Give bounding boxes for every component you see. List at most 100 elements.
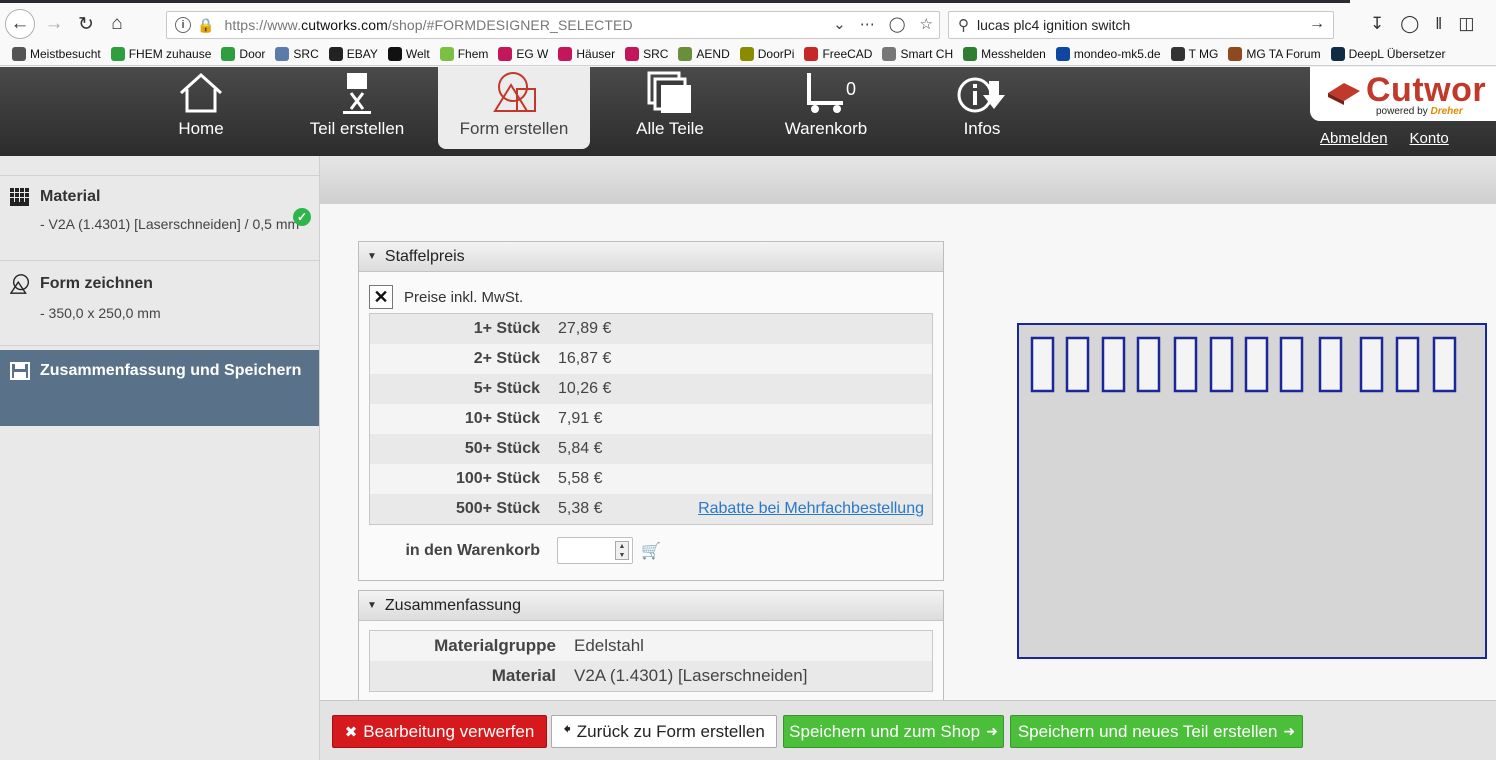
check-icon: ✓ <box>293 208 311 226</box>
search-bar[interactable]: ⚲ lucas plc4 ignition switch → <box>948 11 1334 39</box>
add-to-cart-icon[interactable]: 🛒 <box>641 541 661 561</box>
cart-count-badge: 0 <box>846 79 857 99</box>
sidebar-step-summary[interactable]: Zusammenfassung und Speichern <box>0 350 319 426</box>
nav-warenkorb[interactable]: 0 Warenkorb <box>750 67 902 149</box>
bookmark-label: T MG <box>1188 46 1219 61</box>
logo-wordmark: Cutwor <box>1366 71 1487 109</box>
bookmark-item[interactable]: MG TA Forum <box>1228 46 1321 61</box>
quantity-stepper[interactable]: ▲ ▼ <box>557 537 633 564</box>
price-row: 50+ Stück 5,84 € <box>370 434 932 464</box>
price-value: 5,84 € <box>558 440 603 457</box>
nav-home[interactable]: Home <box>125 67 277 149</box>
konto-link[interactable]: Konto <box>1410 130 1449 147</box>
bookmark-item[interactable]: Smart CH <box>882 46 953 61</box>
mwst-checkbox[interactable]: ✕ <box>369 285 393 309</box>
back-label: Zurück zu Form erstellen <box>576 721 765 741</box>
staffelpreis-header[interactable]: ▼ Staffelpreis <box>359 242 943 272</box>
search-go-icon[interactable]: → <box>1309 15 1325 33</box>
bookmark-item[interactable]: AEND <box>678 46 730 61</box>
price-value: 7,91 € <box>558 410 603 427</box>
logo-brand: Dreher <box>1430 106 1463 117</box>
search-input[interactable]: lucas plc4 ignition switch <box>977 17 1130 33</box>
download-icon[interactable]: ↧ <box>1370 14 1384 34</box>
bookmark-item[interactable]: EG W <box>498 46 548 61</box>
slot-cutout <box>1065 336 1090 393</box>
bookmark-item[interactable]: EBAY <box>328 46 378 61</box>
bookmark-label: MG TA Forum <box>1246 46 1321 61</box>
forward-icon[interactable]: → <box>39 9 69 39</box>
bookmark-label: SRC <box>643 46 669 61</box>
url-bar[interactable]: i 🔒 https://www.cutworks.com/shop/#FORMD… <box>166 11 940 39</box>
bookmark-item[interactable]: T MG <box>1170 46 1219 61</box>
bookmark-item[interactable]: Meistbesucht <box>12 46 101 61</box>
price-value: 27,89 € <box>558 320 612 337</box>
sidebar-step-material[interactable]: Material - V2A (1.4301) [Laserschneiden]… <box>0 176 319 261</box>
cutworks-logo[interactable]: Cutwor powered by Dreher <box>1310 67 1496 121</box>
library-icon[interactable]: ‖ <box>1435 14 1442 34</box>
mask-icon[interactable]: ◯ <box>1400 14 1419 34</box>
price-value: 16,87 € <box>558 350 612 367</box>
nav-infos[interactable]: Infos <box>906 67 1058 149</box>
slot-cutout <box>1244 336 1269 393</box>
save-shop-button[interactable]: Speichern und zum Shop ➜ <box>783 715 1004 748</box>
price-row: 100+ Stück 5,58 € <box>370 464 932 494</box>
stepper-arrows-icon[interactable]: ▲ ▼ <box>615 541 629 560</box>
url-text[interactable]: https://www.cutworks.com/shop/#FORMDESIG… <box>224 17 632 33</box>
chevron-down-icon[interactable]: ⌄ <box>833 15 846 33</box>
gear-icon <box>12 46 26 61</box>
bookmark-item[interactable]: SRC <box>275 46 319 61</box>
price-qty: 5+ Stück <box>473 380 540 397</box>
summary-value: V2A (1.4301) [Laserschneiden] <box>574 666 808 685</box>
star-icon[interactable]: ☆ <box>920 15 933 33</box>
back-to-form-button[interactable]: 🠸 Zurück zu Form erstellen <box>551 715 777 748</box>
collapse-triangle-icon: ▼ <box>367 251 377 262</box>
bookmark-label: DoorPi <box>757 46 795 61</box>
bookmark-item[interactable]: Door <box>221 46 265 61</box>
sidebar-toggle-icon[interactable]: ◫ <box>1458 14 1474 34</box>
bookmark-item[interactable]: mondeo-mk5.de <box>1055 46 1161 61</box>
logo-mark-icon <box>1328 83 1360 105</box>
action-bar: ✖ Bearbeitung verwerfen 🠸 Zurück zu Form e… <box>320 700 1496 760</box>
bookmark-item[interactable]: DeepL Übersetzer <box>1330 46 1446 61</box>
bookmark-item[interactable]: Häuser <box>558 46 615 61</box>
check-icon <box>963 46 978 61</box>
reload-icon[interactable]: ↻ <box>71 9 101 39</box>
bookmark-item[interactable]: FreeCAD <box>804 46 873 61</box>
price-qty: 1+ Stück <box>473 320 540 337</box>
sidebar-step-form[interactable]: Form zeichnen - 350,0 x 250,0 mm <box>0 261 319 346</box>
pocket-icon[interactable]: ◯ <box>889 15 906 33</box>
slot-cutout <box>1173 336 1198 393</box>
summary-table: Materialgruppe Edelstahl Material V2A (1.43… <box>369 630 933 692</box>
bookmark-item[interactable]: Welt <box>387 46 430 61</box>
zusammenfassung-header[interactable]: ▼ Zusammenfassung <box>359 591 943 621</box>
back-icon[interactable]: ← <box>5 9 35 39</box>
form-title: Form zeichnen <box>40 275 153 292</box>
bookmark-item[interactable]: DoorPi <box>739 46 795 61</box>
save-new-button[interactable]: Speichern und neues Teil erstellen ➜ <box>1010 715 1303 748</box>
bookmark-label: FreeCAD <box>822 46 873 61</box>
url-path: /shop/#FORMDESIGNER_SELECTED <box>387 17 633 33</box>
bookmark-item[interactable]: Messhelden <box>963 46 1046 61</box>
info-icon[interactable]: i <box>175 17 191 33</box>
main-content: ▼ Staffelpreis ✕ Preise inkl. MwSt. 1+ St… <box>320 156 1496 700</box>
spinner-icon <box>110 46 125 61</box>
nav-home-label: Home <box>178 119 224 138</box>
lock-icon[interactable]: 🔒 <box>197 17 214 34</box>
nav-form-erstellen[interactable]: Form erstellen <box>438 67 590 149</box>
house-icon <box>179 72 223 113</box>
nav-alle-teile[interactable]: Alle Teile <box>594 67 746 149</box>
rabatt-link[interactable]: Rabatte bei Mehrfachbestellung <box>698 500 924 518</box>
close-circle-icon: ✖ <box>344 723 358 741</box>
discard-button[interactable]: ✖ Bearbeitung verwerfen <box>332 715 547 748</box>
abmelden-link[interactable]: Abmelden <box>1320 130 1388 147</box>
bookmark-item[interactable]: FHEM zuhause <box>110 46 211 61</box>
bookmark-item[interactable]: Fhem <box>439 46 488 61</box>
home-icon[interactable]: ⌂ <box>102 9 132 39</box>
cart-icon <box>807 73 843 113</box>
nav-teil-erstellen[interactable]: Teil erstellen <box>281 67 433 149</box>
k-icon <box>498 46 513 61</box>
more-icon[interactable]: ⋯ <box>860 15 875 33</box>
bookmark-label: DeepL Übersetzer <box>1348 46 1446 61</box>
url-domain: cutworks.com <box>301 17 388 33</box>
bookmark-item[interactable]: SRC <box>625 46 669 61</box>
